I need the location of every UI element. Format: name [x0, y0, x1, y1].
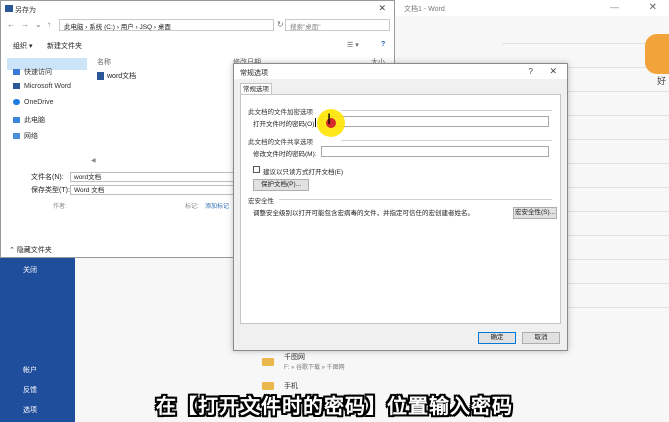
author-label: 作者: [53, 204, 67, 210]
word-file-icon [97, 72, 104, 81]
general-options-dialog: 常规选项 ? ✕ 常规选项 此文档的文件加密选项 打开文件时的密码(O): 此文… [233, 63, 568, 351]
computer-icon [13, 117, 20, 124]
dialog-title: 常规选项 [240, 70, 268, 77]
word-app-icon [5, 5, 13, 12]
navigation-bar: ← → ⌄ ↑ 此电脑 › 系统 (C:) › 用户 › JSQ › 桌面 ↻ … [1, 17, 394, 33]
cloud-icon [13, 99, 20, 106]
nav-item-network[interactable]: 网络 [13, 131, 38, 141]
recent-item[interactable]: 千图网 F: » 谷歌下载 » 千图网 [262, 352, 345, 371]
cancel-button[interactable]: 取消 [522, 332, 560, 344]
save-type-select[interactable]: Word 文档 [70, 185, 240, 195]
nav-label: OneDrive [24, 99, 54, 106]
nav-label: 此电脑 [24, 117, 45, 124]
help-button[interactable]: ? [529, 67, 533, 76]
save-type-label: 保存类型(T): [31, 187, 70, 194]
dialog-titlebar: 常规选项 ? ✕ [234, 64, 567, 79]
text-caret [315, 118, 316, 127]
dialog-title: 另存为 [15, 7, 36, 14]
address-bar[interactable]: 此电脑 › 系统 (C:) › 用户 › JSQ › 桌面 [59, 19, 274, 31]
avatar [645, 34, 669, 74]
nav-item-this-pc[interactable]: 此电脑 [13, 115, 45, 125]
up-arrow-icon[interactable]: ↑ [47, 20, 51, 29]
macro-description: 调整安全级别以打开可能包含宏病毒的文件，并指定可信任的宏创建者姓名。 [253, 210, 474, 217]
tags-label: 标记: [185, 204, 199, 210]
options-panel: 此文档的文件加密选项 打开文件时的密码(O): 此文档的文件共享选项 修改文件时… [240, 94, 561, 324]
protect-document-button[interactable]: 保护文档(P)... [253, 179, 309, 191]
refresh-icon[interactable]: ↻ [277, 20, 284, 29]
nav-label: Microsoft Word [24, 83, 71, 90]
organize-button[interactable]: 组织 ▾ [13, 41, 32, 51]
share-section-title: 此文档的文件共享选项 [248, 139, 313, 146]
close-icon[interactable]: ✕ [549, 66, 557, 77]
star-icon [13, 69, 20, 76]
open-password-input[interactable] [321, 116, 549, 127]
divider [341, 110, 552, 111]
ok-button[interactable]: 确定 [478, 332, 516, 344]
word-window-title: 文档1 - Word [404, 6, 445, 13]
back-arrow-icon[interactable]: ← [7, 20, 15, 29]
chevron-down-icon[interactable]: ⌄ [35, 20, 42, 29]
divider [279, 199, 552, 200]
nav-item-onedrive[interactable]: OneDrive [13, 99, 54, 106]
nav-item-microsoft-word[interactable]: Microsoft Word [13, 83, 71, 90]
divider [341, 140, 552, 141]
folder-icon [262, 357, 274, 366]
modify-password-label: 修改文件时的密码(M): [253, 151, 317, 158]
nav-label: 网络 [24, 133, 38, 140]
sidebar-item-account[interactable]: 帐户 [23, 365, 37, 375]
modify-password-input[interactable] [321, 146, 549, 157]
video-subtitle: 在【打开文件时的密码】位置输入密码 [156, 394, 513, 418]
add-tag-link[interactable]: 添加标记 [205, 201, 229, 210]
network-icon [13, 133, 20, 140]
nav-item-quick-access[interactable]: 快速访问 [13, 67, 52, 77]
new-folder-button[interactable]: 新建文件夹 [47, 41, 82, 51]
filename-input[interactable]: word文档 [70, 172, 240, 182]
chevron-up-icon: ⌃ [9, 247, 17, 254]
search-input[interactable]: 搜索"桌面" [285, 19, 390, 31]
recent-item-name: 千图网 [283, 354, 305, 361]
recent-item-path: F: » 谷歌下载 » 千图网 [283, 365, 345, 371]
readonly-label: 建议以只读方式打开文档(E) [263, 169, 344, 176]
ibeam-cursor-icon: I [327, 112, 332, 128]
word-icon [13, 83, 20, 90]
file-row[interactable]: word文档 [97, 71, 136, 81]
readonly-checkbox[interactable] [253, 166, 260, 173]
macro-security-button[interactable]: 宏安全性(S)... [513, 207, 557, 219]
forward-arrow-icon[interactable]: → [21, 20, 29, 29]
hide-folders-label: 隐藏文件夹 [16, 247, 52, 254]
nav-label: 快速访问 [24, 69, 52, 76]
hide-folders-toggle[interactable]: ⌃ 隐藏文件夹 [9, 245, 52, 255]
open-password-label: 打开文件时的密码(O): [253, 121, 317, 128]
horizontal-scrollbar[interactable]: ◀ [91, 157, 236, 164]
minimize-icon[interactable]: — [610, 2, 619, 12]
folder-icon [262, 382, 274, 390]
column-header-name[interactable]: 名称 [97, 57, 111, 67]
sidebar-item-close[interactable]: 关闭 [23, 265, 37, 275]
filename-label: 文件名(N): [31, 174, 64, 181]
file-name: word文档 [107, 73, 137, 80]
avatar-text: 好 [656, 76, 666, 86]
word-titlebar: 文档1 - Word — ✕ [392, 0, 669, 16]
close-icon[interactable]: ✕ [649, 2, 657, 13]
view-options-icon[interactable]: ☰ ▾ [347, 41, 359, 49]
encrypt-section-title: 此文档的文件加密选项 [248, 109, 313, 116]
tab-general-options[interactable]: 常规选项 [240, 83, 272, 94]
macro-section-title: 宏安全性 [248, 198, 274, 205]
toolbar: 组织 ▾ 新建文件夹 ☰ ▾ ? [1, 39, 394, 53]
close-icon[interactable]: ✕ [378, 3, 386, 14]
help-icon[interactable]: ? [381, 41, 385, 48]
